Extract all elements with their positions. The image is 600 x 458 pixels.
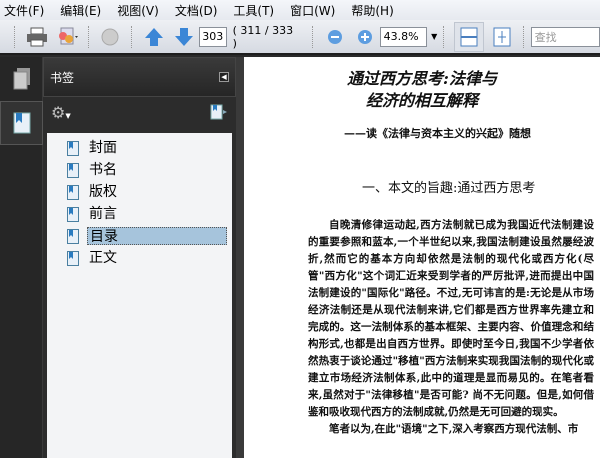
bookmarks-button[interactable] (0, 101, 43, 145)
bookmark-icon (67, 184, 79, 200)
zoom-out-icon (327, 29, 342, 44)
bookmark-icon (13, 112, 30, 134)
arrow-down-icon (175, 27, 194, 46)
panel-splitter[interactable] (236, 57, 244, 458)
fit-width-icon (460, 27, 478, 46)
zoom-out-button[interactable] (323, 25, 347, 49)
bookmark-item-selected[interactable]: 目录 (47, 225, 232, 247)
page-number-input[interactable]: 303 (198, 26, 227, 47)
section-heading: 一、本文的旨趣:通过西方思考 (362, 181, 536, 196)
fit-page-icon (493, 27, 511, 46)
next-page-button[interactable] (172, 25, 196, 49)
document-body: 自晚清修律运动起,西方法制就已成为我国近代法制建设的重要参照和蓝本,一个半世纪以… (308, 217, 594, 438)
bookmark-icon (67, 206, 79, 222)
zoom-in-icon (357, 29, 372, 44)
menu-file[interactable]: 文件(F) (4, 2, 44, 19)
menu-window[interactable]: 窗口(W) (290, 2, 335, 19)
menu-help[interactable]: 帮助(H) (351, 2, 393, 19)
bookmarks-panel: 书签 ◀ ⚙▼ 封面 书名 版权 前言 目录 正文 (43, 57, 236, 458)
collapse-panel-button[interactable]: ◀ (219, 72, 229, 82)
arrow-up-icon (145, 27, 164, 46)
previous-page-button[interactable] (142, 25, 166, 49)
separator (131, 25, 133, 48)
panel-header: 书签 ◀ (43, 57, 236, 97)
menu-edit[interactable]: 编辑(E) (60, 2, 101, 19)
pages-icon (13, 68, 30, 90)
paragraph: 自晚清修律运动起,西方法制就已成为我国近代法制建设的重要参照和蓝本,一个半世纪以… (308, 219, 594, 418)
document-title-line2: 经济的相互解释 (365, 91, 478, 110)
search-input[interactable]: 查找 (530, 26, 600, 47)
menu-view[interactable]: 视图(V) (117, 2, 159, 19)
share-button[interactable] (99, 25, 123, 49)
document-title-line1: 通过西方思考:法律与 (347, 69, 497, 88)
bookmark-icon (67, 140, 79, 156)
expand-bookmark-icon[interactable] (210, 104, 228, 120)
zoom-level-select[interactable]: 43.8% (379, 26, 428, 47)
bookmark-list: 封面 书名 版权 前言 目录 正文 (47, 133, 232, 458)
separator (443, 25, 445, 48)
paragraph: 笔者以为,在此"语境"之下,深入考察西方现代法制、市 (329, 423, 579, 435)
toolbar: 303 ( 311 / 333 ) 43.8% ▼ 查找 (0, 20, 600, 55)
printer-icon (26, 27, 47, 46)
options-gear-icon[interactable]: ⚙▼ (51, 103, 71, 122)
document-page: 通过西方思考:法律与 经济的相互解释 ——读《法律与资本主义的兴起》随想 一、本… (244, 57, 600, 458)
panel-title: 书签 (50, 70, 75, 85)
separator (522, 25, 525, 48)
print-button[interactable] (25, 25, 49, 49)
bookmark-item[interactable]: 书名 (47, 159, 232, 181)
bookmark-icon (67, 162, 79, 178)
separator (312, 25, 314, 48)
bookmark-item[interactable]: 版权 (47, 181, 232, 203)
zoom-in-button[interactable] (353, 25, 377, 49)
fit-width-button[interactable] (454, 21, 484, 52)
menu-bar: 文件(F) 编辑(E) 视图(V) 文档(D) 工具(T) 窗口(W) 帮助(H… (0, 0, 600, 20)
page-count: ( 311 / 333 ) (232, 23, 294, 50)
bookmark-icon (67, 228, 79, 244)
navigation-pane-strip (0, 57, 43, 458)
bookmark-item[interactable]: 正文 (47, 247, 232, 269)
bookmark-item[interactable]: 封面 (47, 137, 232, 159)
menu-tools[interactable]: 工具(T) (233, 2, 274, 19)
document-subtitle: ——读《法律与资本主义的兴起》随想 (344, 127, 531, 140)
bookmark-item[interactable]: 前言 (47, 203, 232, 225)
zoom-dropdown-icon[interactable]: ▼ (431, 32, 437, 41)
fit-page-button[interactable] (490, 25, 514, 49)
menu-document[interactable]: 文档(D) (175, 2, 218, 19)
globe-icon (101, 28, 119, 45)
pages-button[interactable] (0, 57, 43, 101)
collaborate-icon (58, 27, 78, 44)
toolbar-grip (14, 25, 16, 48)
panel-toolbar: ⚙▼ (43, 97, 236, 127)
separator (87, 25, 90, 48)
bookmark-icon (67, 250, 79, 266)
collaborate-button[interactable] (55, 25, 79, 49)
